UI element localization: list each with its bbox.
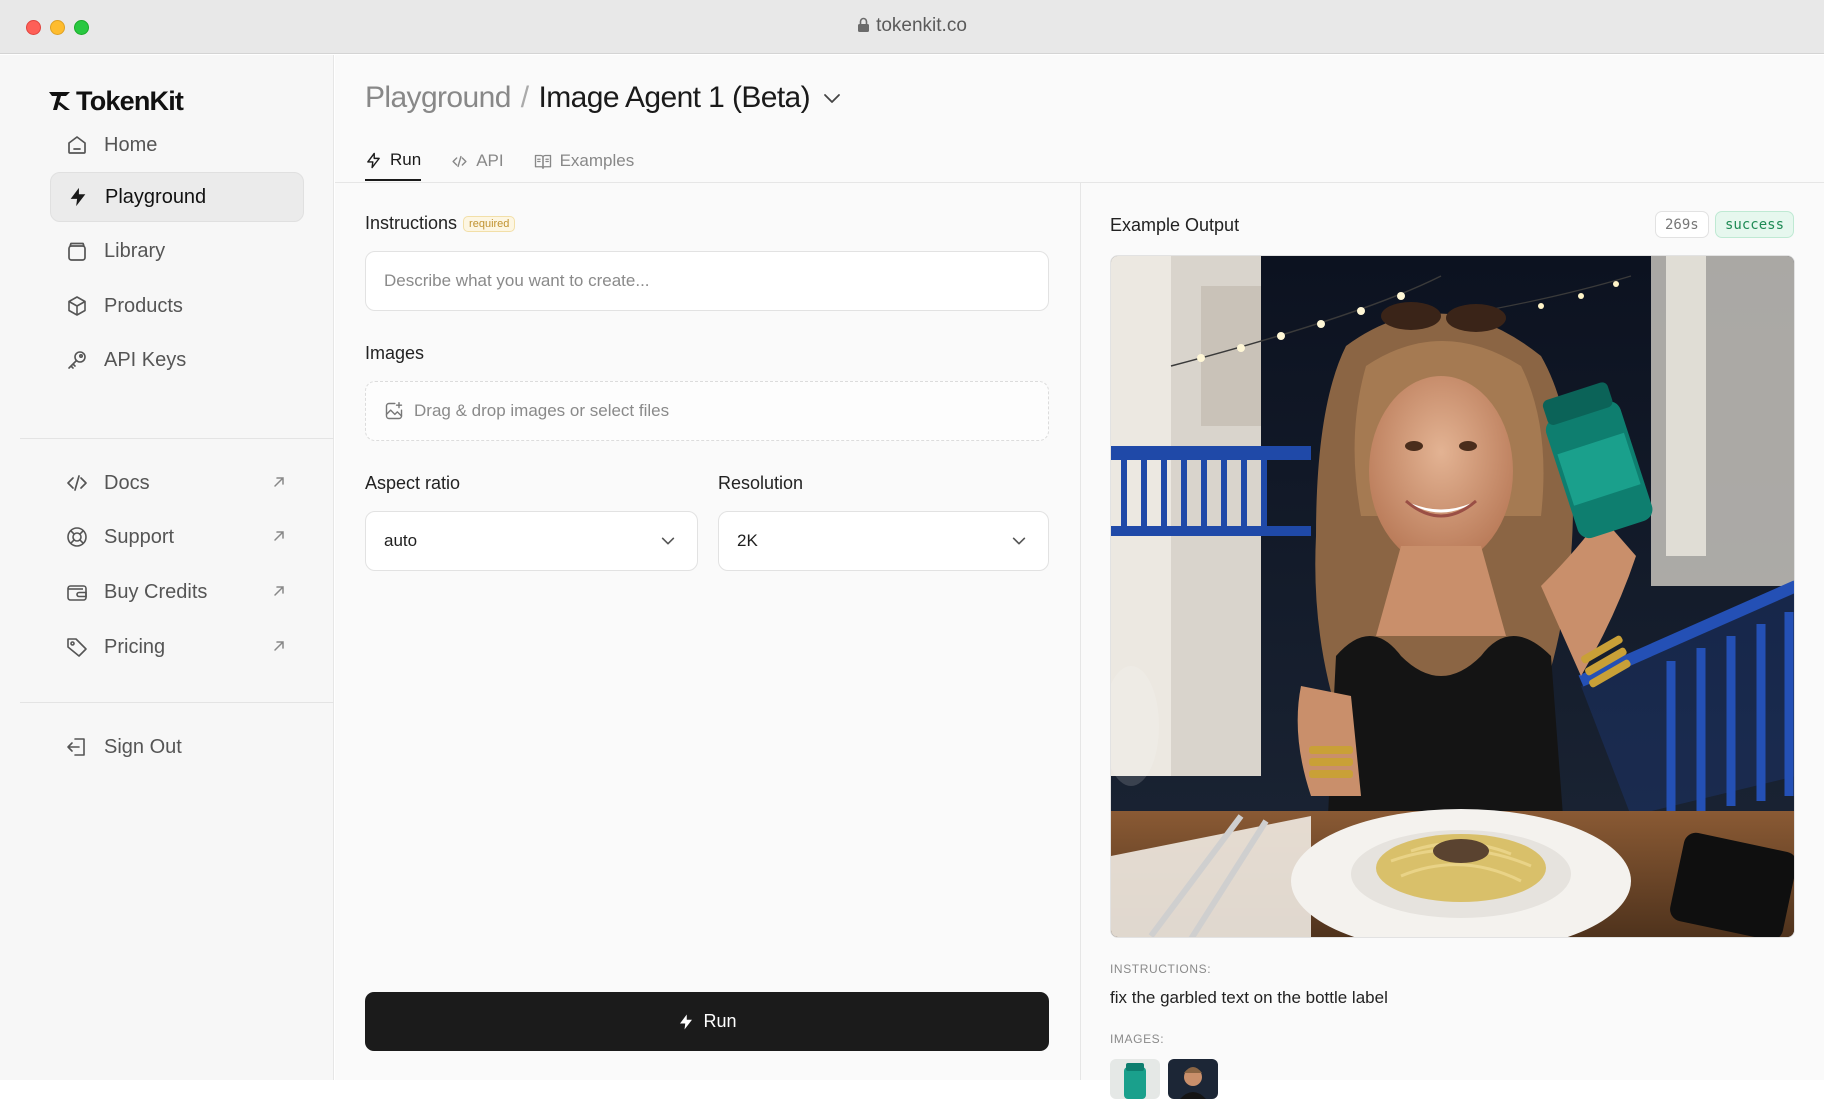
- instructions-label-text: Instructions: [365, 213, 458, 233]
- url-text: tokenkit.co: [876, 15, 967, 36]
- logo-text: TokenKit: [76, 85, 184, 116]
- run-button[interactable]: Run: [365, 992, 1049, 1051]
- tab-run[interactable]: Run: [365, 141, 422, 181]
- instructions-input[interactable]: Describe what you want to create...: [365, 251, 1049, 311]
- sidebar-item-home[interactable]: Home: [50, 120, 304, 170]
- sidebar-item-api-keys[interactable]: API Keys: [50, 335, 304, 385]
- output-photo-illustration: [1111, 256, 1794, 937]
- input-image-thumbnail[interactable]: [1168, 1059, 1218, 1099]
- tab-examples[interactable]: Examples: [534, 141, 635, 181]
- browser-titlebar: tokenkit.co: [0, 0, 1824, 54]
- output-image[interactable]: [1110, 255, 1795, 938]
- images-label: Images: [365, 343, 425, 363]
- instructions-heading: INSTRUCTIONS:: [1110, 962, 1212, 976]
- panel-divider: [1080, 183, 1081, 1080]
- sidebar: TokenKit Home Playground Library Product…: [0, 55, 334, 1080]
- sidebar-divider: [20, 702, 334, 703]
- lifebuoy-icon: [64, 524, 90, 550]
- resolution-label: Resolution: [718, 473, 804, 493]
- sidebar-item-label: Products: [104, 294, 183, 317]
- lock-icon: [857, 17, 870, 39]
- external-link-icon: [270, 582, 288, 600]
- breadcrumb: Playground / Image Agent 1 (Beta): [365, 73, 842, 123]
- dropzone-text: Drag & drop images or select files: [414, 401, 670, 420]
- resolution-value: 2K: [737, 531, 758, 550]
- external-link-icon: [270, 473, 288, 491]
- duration-badge: 269s: [1655, 211, 1709, 238]
- sidebar-item-playground[interactable]: Playground: [50, 172, 304, 222]
- sidebar-item-products[interactable]: Products: [50, 281, 304, 331]
- sign-out-icon: [64, 734, 90, 760]
- box-icon: [64, 293, 90, 319]
- tab-label: Examples: [559, 151, 635, 170]
- aspect-ratio-select[interactable]: auto: [365, 511, 698, 571]
- example-output-title: Example Output: [1110, 215, 1240, 235]
- key-icon: [64, 347, 90, 373]
- sidebar-divider: [20, 438, 334, 439]
- sidebar-item-label: Playground: [105, 185, 207, 208]
- code-icon: [451, 153, 468, 170]
- sidebar-item-label: API Keys: [104, 348, 187, 371]
- code-icon: [64, 470, 90, 496]
- page-title[interactable]: Image Agent 1 (Beta): [539, 81, 811, 115]
- external-link-icon: [270, 637, 288, 655]
- sidebar-item-label: Sign Out: [104, 735, 182, 758]
- required-badge: required: [463, 216, 516, 232]
- wallet-icon: [64, 579, 90, 605]
- sidebar-item-docs[interactable]: Docs: [50, 458, 304, 508]
- bolt-icon: [65, 184, 91, 210]
- logo[interactable]: TokenKit: [48, 81, 184, 121]
- sidebar-item-sign-out[interactable]: Sign Out: [50, 722, 304, 772]
- tab-bar: Run API Examples: [365, 141, 664, 181]
- sidebar-item-label: Home: [104, 133, 158, 156]
- sidebar-item-label: Library: [104, 239, 166, 262]
- external-link-icon: [270, 527, 288, 545]
- sidebar-item-support[interactable]: Support: [50, 512, 304, 562]
- output-instructions-text: fix the garbled text on the bottle label: [1110, 988, 1388, 1007]
- instructions-label: Instructions required: [365, 213, 516, 234]
- tag-icon: [64, 634, 90, 660]
- sidebar-item-label: Docs: [104, 471, 150, 494]
- chevron-down-icon: [1010, 532, 1028, 550]
- sidebar-item-pricing[interactable]: Pricing: [50, 622, 304, 672]
- aspect-ratio-label: Aspect ratio: [365, 473, 461, 493]
- breadcrumb-separator: /: [520, 81, 529, 114]
- home-icon: [64, 132, 90, 158]
- status-badge: success: [1715, 211, 1795, 238]
- address-bar[interactable]: tokenkit.co: [0, 15, 1824, 39]
- run-button-label: Run: [703, 1011, 737, 1031]
- tab-api[interactable]: API: [451, 141, 504, 181]
- image-upload-icon: [384, 401, 404, 421]
- images-heading: IMAGES:: [1110, 1032, 1165, 1046]
- tokenkit-logo-icon: [49, 92, 70, 110]
- bolt-icon: [677, 1013, 695, 1031]
- chevron-down-icon[interactable]: [822, 88, 842, 108]
- chevron-down-icon: [659, 532, 677, 550]
- bolt-icon: [365, 152, 382, 169]
- main-panel: Playground / Image Agent 1 (Beta) Run AP…: [335, 55, 1824, 1099]
- aspect-ratio-value: auto: [384, 531, 418, 550]
- resolution-select[interactable]: 2K: [718, 511, 1049, 571]
- image-dropzone[interactable]: Drag & drop images or select files: [365, 381, 1049, 441]
- tab-label: API: [476, 151, 504, 170]
- sidebar-item-library[interactable]: Library: [50, 226, 304, 276]
- breadcrumb-parent[interactable]: Playground: [365, 81, 511, 115]
- input-image-thumbnail[interactable]: [1110, 1059, 1160, 1099]
- sidebar-item-buy-credits[interactable]: Buy Credits: [50, 567, 304, 617]
- sidebar-item-label: Buy Credits: [104, 580, 208, 603]
- tab-label: Run: [390, 150, 422, 169]
- sidebar-item-label: Support: [104, 525, 175, 548]
- sidebar-item-label: Pricing: [104, 635, 166, 658]
- library-icon: [64, 238, 90, 264]
- book-icon: [534, 153, 552, 170]
